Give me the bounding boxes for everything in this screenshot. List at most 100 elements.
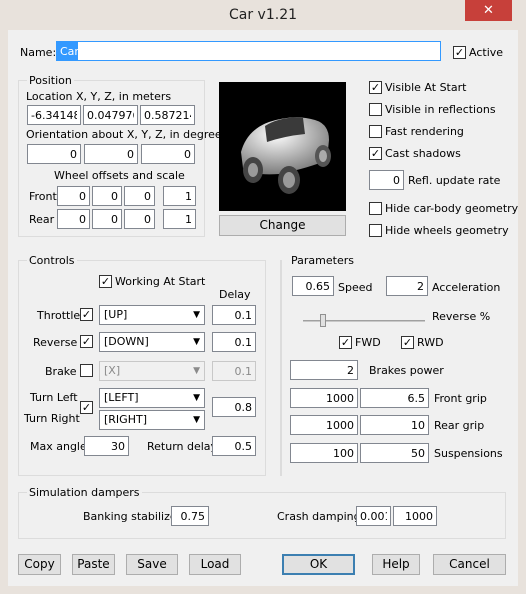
- rear-grip-input-1[interactable]: [290, 415, 358, 435]
- visible-start-label: Visible At Start: [385, 81, 467, 94]
- refl-update-rate-label: Refl. update rate: [408, 174, 501, 187]
- speed-input[interactable]: [292, 276, 334, 296]
- turn-left-key-select[interactable]: [LEFT] ▼: [99, 388, 205, 408]
- controls-group-title: Controls: [27, 254, 77, 267]
- chevron-down-icon: ▼: [193, 393, 200, 403]
- reverse-checkbox[interactable]: ✓: [80, 335, 93, 348]
- rear-grip-label: Rear grip: [434, 419, 485, 432]
- acceleration-label: Acceleration: [432, 281, 501, 294]
- visible-reflections-label: Visible in reflections: [385, 103, 496, 116]
- return-delay-label: Return delay: [147, 440, 218, 453]
- check-icon: ✓: [100, 275, 111, 288]
- return-delay-input[interactable]: [212, 436, 256, 456]
- paste-button[interactable]: Paste: [72, 554, 115, 575]
- suspensions-input-1[interactable]: [290, 443, 358, 463]
- rear-y-input[interactable]: [92, 209, 122, 229]
- front-scale-input[interactable]: [163, 186, 196, 206]
- refl-update-rate-input[interactable]: [369, 170, 404, 190]
- rear-grip-input-2[interactable]: [360, 415, 429, 435]
- load-button[interactable]: Load: [189, 554, 241, 575]
- check-icon: ✓: [340, 336, 351, 349]
- window-title: Car v1.21: [228, 7, 298, 23]
- throttle-checkbox[interactable]: ✓: [80, 308, 93, 321]
- orientation-y-input[interactable]: [84, 144, 138, 164]
- check-icon: ✓: [402, 336, 413, 349]
- location-z-input[interactable]: [140, 105, 195, 125]
- front-grip-input-1[interactable]: [290, 388, 358, 408]
- acceleration-input[interactable]: [386, 276, 428, 296]
- rwd-label: RWD: [417, 336, 444, 349]
- frame-left: [0, 30, 8, 594]
- brake-key-select[interactable]: [X] ▼: [99, 361, 205, 381]
- throttle-delay-input[interactable]: [212, 305, 256, 325]
- working-at-start-checkbox[interactable]: ✓: [99, 275, 112, 288]
- suspensions-label: Suspensions: [434, 447, 503, 460]
- rear-label: Rear: [29, 213, 55, 226]
- visible-reflections-checkbox[interactable]: [369, 103, 382, 116]
- slider-thumb[interactable]: [320, 314, 326, 327]
- change-button[interactable]: Change: [219, 215, 346, 236]
- brakes-power-input[interactable]: [290, 360, 358, 380]
- front-x-input[interactable]: [57, 186, 90, 206]
- front-grip-input-2[interactable]: [360, 388, 429, 408]
- close-button[interactable]: ✕: [465, 0, 512, 21]
- hide-wheels-label: Hide wheels geometry: [385, 224, 509, 237]
- brake-delay-input[interactable]: [212, 361, 256, 381]
- crash-damping-input-2[interactable]: [393, 506, 437, 526]
- throttle-key-select[interactable]: [UP] ▼: [99, 305, 205, 325]
- frame-bottom: [0, 586, 526, 594]
- help-button[interactable]: Help: [372, 554, 420, 575]
- reverse-key-value: [DOWN]: [104, 335, 149, 348]
- copy-button[interactable]: Copy: [18, 554, 61, 575]
- brakes-power-label: Brakes power: [369, 364, 444, 377]
- dampers-group-title: Simulation dampers: [27, 486, 142, 499]
- frame-right: [518, 30, 526, 594]
- rear-z-input[interactable]: [124, 209, 155, 229]
- reverse-percent-slider[interactable]: [303, 312, 425, 328]
- cancel-button[interactable]: Cancel: [433, 554, 506, 575]
- turn-delay-input[interactable]: [212, 397, 256, 417]
- hide-body-checkbox[interactable]: [369, 202, 382, 215]
- orientation-z-input[interactable]: [141, 144, 195, 164]
- check-icon: ✓: [370, 147, 381, 160]
- brake-label: Brake: [45, 365, 77, 378]
- location-x-input[interactable]: [27, 105, 81, 125]
- suspensions-input-2[interactable]: [360, 443, 429, 463]
- crash-damping-input-1[interactable]: [356, 506, 391, 526]
- visible-start-checkbox[interactable]: ✓: [369, 81, 382, 94]
- car-icon: [241, 117, 331, 194]
- max-angle-label: Max angle: [30, 440, 87, 453]
- reverse-label: Reverse: [33, 336, 78, 349]
- location-y-input[interactable]: [83, 105, 138, 125]
- front-label: Front: [29, 190, 57, 203]
- turn-left-key-value: [LEFT]: [104, 391, 139, 404]
- brake-checkbox[interactable]: [80, 364, 93, 377]
- turn-right-key-select[interactable]: [RIGHT] ▼: [99, 410, 205, 430]
- chevron-down-icon: ▼: [193, 310, 200, 320]
- fast-rendering-checkbox[interactable]: [369, 125, 382, 138]
- throttle-label: Throttle: [37, 309, 81, 322]
- throttle-key-value: [UP]: [104, 308, 128, 321]
- front-y-input[interactable]: [92, 186, 122, 206]
- rwd-checkbox[interactable]: ✓: [401, 336, 414, 349]
- name-input[interactable]: [56, 41, 441, 61]
- hide-wheels-checkbox[interactable]: [369, 224, 382, 237]
- save-button[interactable]: Save: [126, 554, 178, 575]
- parameters-group-title: Parameters: [289, 254, 356, 267]
- max-angle-input[interactable]: [84, 436, 129, 456]
- banking-stabilizer-input[interactable]: [171, 506, 209, 526]
- cast-shadows-checkbox[interactable]: ✓: [369, 147, 382, 160]
- reverse-key-select[interactable]: [DOWN] ▼: [99, 332, 205, 352]
- turn-checkbox[interactable]: ✓: [80, 401, 93, 414]
- rear-x-input[interactable]: [57, 209, 90, 229]
- position-group-title: Position: [27, 74, 74, 87]
- reverse-delay-input[interactable]: [212, 332, 256, 352]
- turn-right-key-value: [RIGHT]: [104, 413, 147, 426]
- fwd-checkbox[interactable]: ✓: [339, 336, 352, 349]
- ok-button[interactable]: OK: [282, 554, 355, 575]
- rear-scale-input[interactable]: [163, 209, 196, 229]
- check-icon: ✓: [81, 308, 92, 321]
- front-z-input[interactable]: [124, 186, 155, 206]
- active-checkbox[interactable]: ✓: [453, 46, 466, 59]
- orientation-x-input[interactable]: [27, 144, 81, 164]
